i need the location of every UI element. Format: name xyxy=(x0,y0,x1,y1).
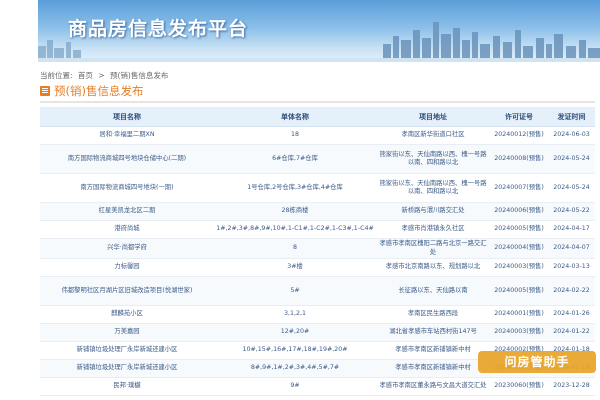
cell-license: 20240003(预售) xyxy=(490,258,548,277)
cell-project[interactable]: 新铺镇垃圾处理厂永岸新城还建小区 xyxy=(40,359,214,378)
column-header-building: 单体名称 xyxy=(214,107,376,127)
cell-project[interactable]: 麒麟苑小区 xyxy=(40,305,214,324)
cell-date: 2023-12-28 xyxy=(548,377,595,396)
cell-date: 2024-03-13 xyxy=(548,258,595,277)
breadcrumb-current: 预(销)售信息发布 xyxy=(110,71,169,80)
table-row[interactable]: 兴华·尚都学府 8 孝感市孝南区槐阳二路与北京一路交汇处 20240004(预售… xyxy=(40,238,595,259)
cell-project[interactable]: 万美嘉园 xyxy=(40,323,214,342)
cell-address: 孝感市孝南区槐阳二路与北京一路交汇处 xyxy=(376,238,490,259)
cell-license: 20240008(预售) xyxy=(490,144,548,174)
cell-building: 8#,9#,1#,2#,3#,4#,5#,7# xyxy=(214,359,376,378)
table-row[interactable]: 麒麟苑小区 3,1,2,1 孝南区民生路西段 20240001(预售) 2024… xyxy=(40,305,595,324)
cell-address: 孝南区新华街道口社区 xyxy=(376,126,490,145)
cell-date: 2024-05-24 xyxy=(548,144,595,174)
cell-project[interactable]: 红星美凯龙北区二期 xyxy=(40,202,214,221)
column-header-project: 项目名称 xyxy=(40,107,214,127)
cell-project[interactable]: 伟都黎明社区月湖片区旧城改造项目(悦湖世家) xyxy=(40,276,214,306)
cell-building: 10#,15#,16#,17#,18#,19#,20# xyxy=(214,341,376,360)
cell-license: 20240007(预售) xyxy=(490,173,548,203)
cell-building: 1号仓库,2号仓库,3#仓库,4#仓库 xyxy=(214,173,376,203)
cell-date: 2024-05-22 xyxy=(548,202,595,221)
cell-project[interactable]: 力标馨园 xyxy=(40,258,214,277)
cell-address: 熊家街以东、天仙南路以西、槐一号路以南、四和路以北 xyxy=(376,173,490,203)
column-header-license: 许可证号 xyxy=(490,107,548,127)
table-header-row: 项目名称 单体名称 项目地址 许可证号 发证时间 xyxy=(40,107,595,127)
cell-building: 3#楼 xyxy=(214,258,376,277)
table-row[interactable]: 民邦·璞樾 9# 孝感市孝南区董永路与文昌大道交汇处 20230060(预售) … xyxy=(40,377,595,396)
cell-license: 20240003(预售) xyxy=(490,323,548,342)
cell-address: 孝感市肖港镇永久社区 xyxy=(376,220,490,239)
cell-license: 20240005(预售) xyxy=(490,220,548,239)
cell-date: 2024-01-26 xyxy=(548,305,595,324)
column-header-date: 发证时间 xyxy=(548,107,595,127)
table-row[interactable]: 港府尚城 1#,2#,3#,8#,9#,10#,1-C1#,1-C2#,1-C3… xyxy=(40,220,595,239)
list-icon xyxy=(40,86,50,96)
cell-project[interactable]: 居和·幸福里二期XN xyxy=(40,126,214,145)
cell-building: 6#仓库,7#仓库 xyxy=(214,144,376,174)
cell-address: 孝感市孝南区董永路与文昌大道交汇处 xyxy=(376,377,490,396)
cell-address: 新桥路与澴川路交汇处 xyxy=(376,202,490,221)
cell-date: 2024-04-17 xyxy=(548,220,595,239)
cell-address: 湖北省孝感市车站西村街147号 xyxy=(376,323,490,342)
page-title: 商品房信息发布平台 xyxy=(68,18,249,40)
section-title: 预(销)售信息发布 xyxy=(54,84,144,98)
cell-building: 12#,20# xyxy=(214,323,376,342)
table-row[interactable]: 南方国际物流商城四号地块仓储中心(二期) 6#仓库,7#仓库 熊家街以东、天仙南… xyxy=(40,144,595,174)
cell-license: 20240005(预售) xyxy=(490,276,548,306)
cell-license: 20240006(预售) xyxy=(490,202,548,221)
cell-project[interactable]: 南方国际物流商城四号地块仓储中心(二期) xyxy=(40,144,214,174)
table-row[interactable]: 万美嘉园 12#,20# 湖北省孝感市车站西村街147号 20240003(预售… xyxy=(40,323,595,342)
column-header-address: 项目地址 xyxy=(376,107,490,127)
cell-license: 20230060(预售) xyxy=(490,377,548,396)
cell-license: 20240012(预售) xyxy=(490,126,548,145)
cell-date: 2024-01-22 xyxy=(548,323,595,342)
cell-building: 5# xyxy=(214,276,376,306)
table-row[interactable]: 力标馨园 3#楼 孝感市北京南路以东、规划路以北 20240003(预售) 20… xyxy=(40,258,595,277)
cell-address: 长征路以东、天仙路以南 xyxy=(376,276,490,306)
cell-project[interactable]: 港府尚城 xyxy=(40,220,214,239)
cell-project[interactable]: 民邦·璞樾 xyxy=(40,377,214,396)
table-row[interactable]: 居和·幸福里二期XN 18 孝南区新华街道口社区 20240012(预售) 20… xyxy=(40,126,595,145)
cell-project[interactable]: 新铺镇垃圾处理厂永岸新城还建小区 xyxy=(40,341,214,360)
header-banner: 商品房信息发布平台 xyxy=(38,0,600,62)
cell-building: 28栋商楼 xyxy=(214,202,376,221)
section-header: 预(销)售信息发布 xyxy=(40,84,595,103)
cell-building: 3,1,2,1 xyxy=(214,305,376,324)
cell-project[interactable]: 兴华·尚都学府 xyxy=(40,238,214,259)
breadcrumb-label: 当前位置: xyxy=(40,71,73,80)
cell-address: 孝感市孝南区新铺镇新中村 xyxy=(376,341,490,360)
watermark-badge: 问房管助手 xyxy=(478,351,596,373)
cell-address: 熊家街以东、天仙南路以西、槐一号路以南、四和路以北 xyxy=(376,144,490,174)
cell-date: 2024-06-03 xyxy=(548,126,595,145)
cell-date: 2024-04-07 xyxy=(548,238,595,259)
breadcrumb-separator: > xyxy=(98,71,105,80)
table-row[interactable]: 红星美凯龙北区二期 28栋商楼 新桥路与澴川路交汇处 20240006(预售) … xyxy=(40,202,595,221)
cell-project[interactable]: 南方国际物流商城四号地块(一期) xyxy=(40,173,214,203)
cell-date: 2024-05-24 xyxy=(548,173,595,203)
table-row[interactable]: 南方国际物流商城四号地块(一期) 1号仓库,2号仓库,3#仓库,4#仓库 熊家街… xyxy=(40,173,595,203)
cell-license: 20240004(预售) xyxy=(490,238,548,259)
cell-address: 孝南区民生路西段 xyxy=(376,305,490,324)
cell-address: 孝感市北京南路以东、规划路以北 xyxy=(376,258,490,277)
breadcrumb-home-link[interactable]: 首页 xyxy=(78,71,93,80)
cell-address: 孝感市孝南区新铺镇新中村 xyxy=(376,359,490,378)
cell-date: 2024-02-22 xyxy=(548,276,595,306)
cell-building: 1#,2#,3#,8#,9#,10#,1-C1#,1-C2#,1-C3#,1-C… xyxy=(214,220,376,239)
breadcrumb: 当前位置: 首页 > 预(销)售信息发布 xyxy=(40,70,171,81)
table-row[interactable]: 伟都黎明社区月湖片区旧城改造项目(悦湖世家) 5# 长征路以东、天仙路以南 20… xyxy=(40,276,595,306)
cell-building: 9# xyxy=(214,377,376,396)
cell-license: 20240001(预售) xyxy=(490,305,548,324)
cell-building: 18 xyxy=(214,126,376,145)
cell-building: 8 xyxy=(214,238,376,259)
